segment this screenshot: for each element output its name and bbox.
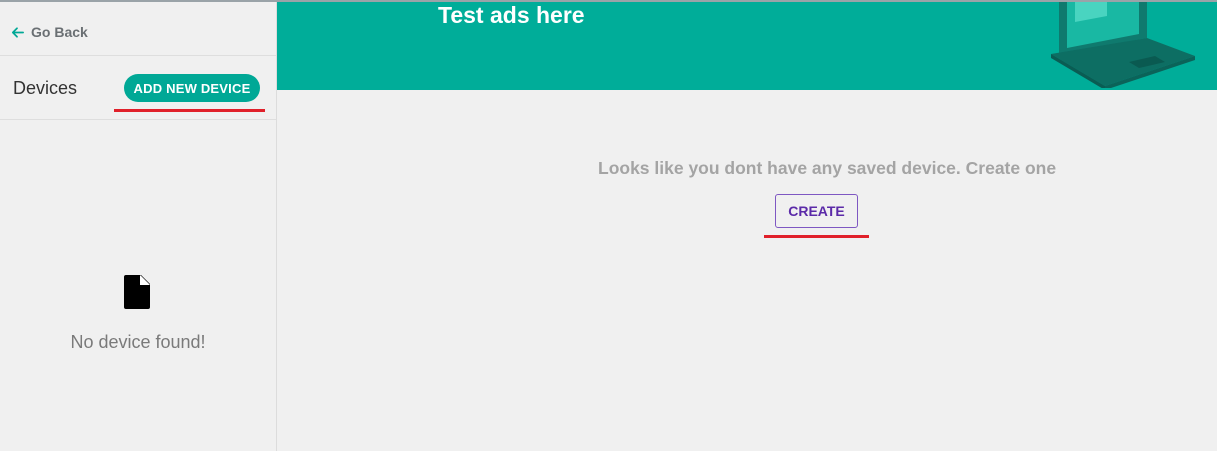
no-saved-device-message: Looks like you dont have any saved devic… (598, 158, 1057, 178)
file-icon (124, 275, 150, 309)
highlight-underline (764, 235, 869, 238)
devices-title: Devices (13, 78, 78, 98)
banner: Test ads here (277, 2, 1217, 90)
highlight-underline (114, 109, 265, 112)
divider (0, 119, 276, 120)
create-button[interactable]: CREATE (775, 194, 858, 228)
banner-title: Test ads here (438, 2, 585, 28)
go-back-label: Go Back (31, 24, 88, 40)
devices-sidebar: Go Back Devices ADD NEW DEVICE No device… (0, 2, 277, 451)
laptop-illustration-icon (1051, 2, 1195, 88)
go-back-link[interactable]: Go Back (10, 22, 88, 42)
no-device-message: No device found! (70, 332, 206, 352)
arrow-left-icon (11, 26, 24, 38)
add-new-device-button[interactable]: ADD NEW DEVICE (124, 74, 260, 102)
divider (0, 55, 276, 56)
